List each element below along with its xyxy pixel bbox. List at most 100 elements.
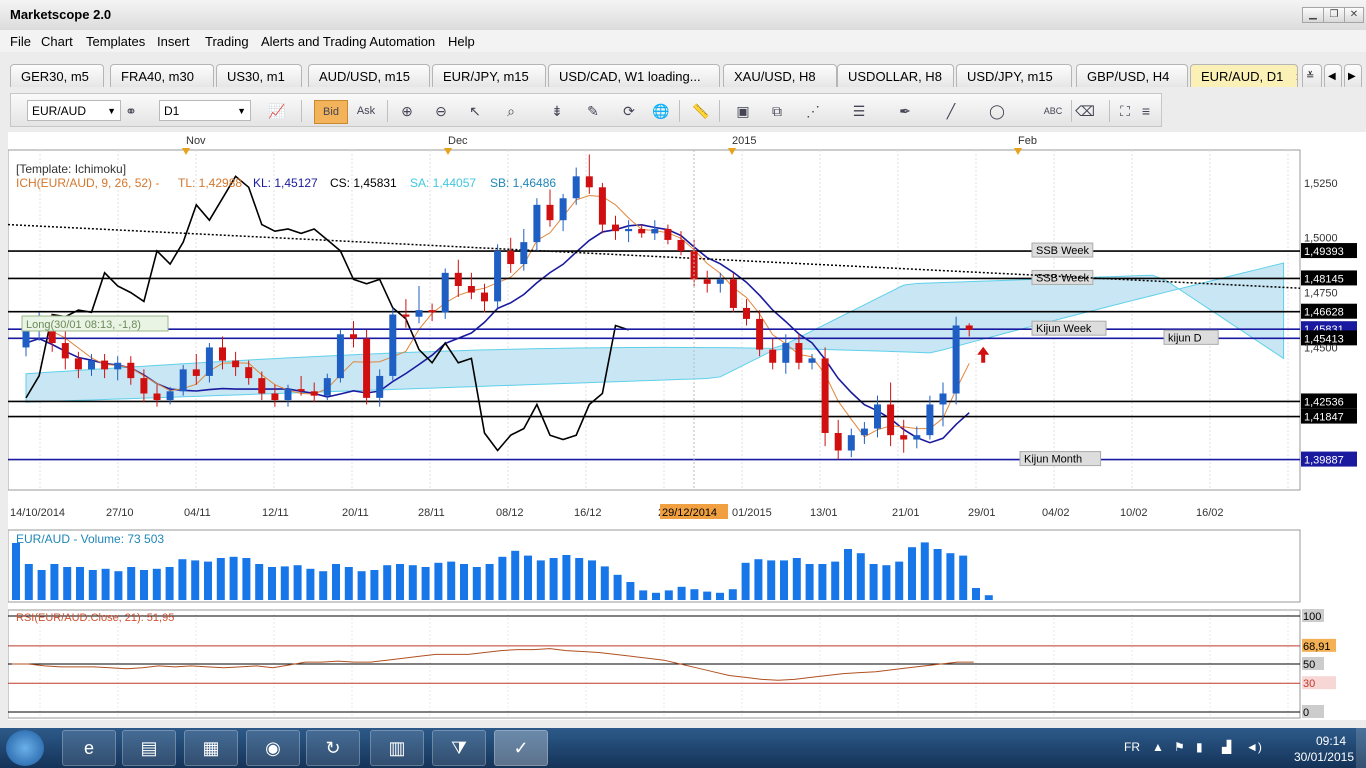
volume-bar: [882, 565, 891, 600]
timeframe-select[interactable]: D1 ▼: [159, 100, 251, 121]
marketscope-taskbar-icon[interactable]: ✓: [494, 730, 548, 766]
trendline-icon[interactable]: ╱: [939, 100, 963, 122]
menu-alerts[interactable]: Alerts and Trading Automation: [261, 34, 435, 49]
zoom-area-icon[interactable]: ⌕: [499, 100, 523, 122]
symbol-select[interactable]: EUR/AUD ▼: [27, 100, 121, 121]
candle-body: [336, 334, 344, 379]
tab-scroll-left-icon[interactable]: ◀: [1324, 64, 1342, 87]
device-icon[interactable]: ▮: [1196, 740, 1203, 754]
volume-bar: [677, 586, 686, 600]
tab-usdollar[interactable]: USDOLLAR, H8: [837, 64, 954, 87]
candle-body: [74, 358, 82, 370]
candle-body: [572, 176, 580, 199]
tab-usdjpy[interactable]: USD/JPY, m15: [956, 64, 1072, 87]
indicator-icon[interactable]: ⇟: [545, 100, 569, 122]
close-button[interactable]: ✕: [1344, 7, 1364, 23]
flag-icon[interactable]: ⚑: [1174, 740, 1185, 754]
calendar-app-icon[interactable]: ▥: [370, 730, 424, 766]
menu-templates[interactable]: Templates: [86, 34, 145, 49]
volume-bar: [869, 564, 878, 600]
pdf-reader-icon[interactable]: ⧩: [432, 730, 486, 766]
ellipse-icon[interactable]: ◯: [985, 100, 1009, 122]
close-tab-icon[interactable]: ✕: [1295, 72, 1297, 84]
start-button[interactable]: [6, 730, 44, 766]
date-tick-label: 16/12: [574, 507, 602, 519]
link-icon[interactable]: ⚭: [119, 100, 143, 122]
tab-overflow-icon[interactable]: ≚: [1302, 64, 1322, 87]
candle-body: [245, 367, 253, 379]
refresh-icon[interactable]: ⟳: [617, 100, 641, 122]
language-indicator[interactable]: FR: [1124, 740, 1140, 754]
zoom-out-icon[interactable]: ⊖: [429, 100, 453, 122]
volume-bar: [626, 582, 635, 600]
chart-area[interactable]: 1,49393 SSB Week 1,48145 SSB Week 1,46628 1,4…: [8, 132, 1366, 720]
volume-bar: [24, 564, 33, 600]
chrome-icon[interactable]: ◉: [246, 730, 300, 766]
volume-bar: [383, 565, 392, 600]
date-tick-label: 16/02: [1196, 507, 1224, 519]
calculator-icon[interactable]: ▦: [184, 730, 238, 766]
candle-body: [808, 358, 816, 363]
menu-help[interactable]: Help: [448, 34, 475, 49]
price-level-value: 1,41847: [1304, 412, 1344, 424]
hierarchy-icon[interactable]: ⛶: [1113, 100, 1137, 122]
draw-lines-icon[interactable]: ⋰: [801, 100, 825, 122]
candle-body: [481, 292, 488, 302]
bid-button[interactable]: Bid: [314, 100, 348, 124]
candle-body: [454, 272, 462, 286]
clock-time[interactable]: 09:14: [1316, 734, 1346, 748]
tab-audusd[interactable]: AUD/USD, m15: [308, 64, 430, 87]
symbol-value: EUR/AUD: [32, 104, 87, 118]
tab-scroll-right-icon[interactable]: ▶: [1344, 64, 1362, 87]
menu-file[interactable]: File: [10, 34, 31, 49]
tab-fra40[interactable]: FRA40, m30: [110, 64, 214, 87]
menu-insert[interactable]: Insert: [157, 34, 190, 49]
ruler-icon[interactable]: 📏: [689, 100, 713, 122]
cursor-icon[interactable]: ↖: [463, 100, 487, 122]
menu-chart[interactable]: Chart: [41, 34, 73, 49]
pen-icon[interactable]: ✒: [893, 100, 917, 122]
rsi-tick-label: 100: [1303, 611, 1321, 623]
tab-euraud[interactable]: EUR/AUD, D1 ✕: [1190, 64, 1298, 87]
volume-bar: [652, 592, 660, 600]
globe-icon[interactable]: 🌐: [649, 100, 673, 122]
candle-body: [651, 228, 659, 234]
candle-body: [284, 389, 292, 401]
window-icon[interactable]: ⧉: [765, 100, 789, 122]
volume-bar: [844, 549, 852, 600]
eraser-icon[interactable]: ⌫: [1073, 100, 1097, 122]
ask-button[interactable]: Ask: [353, 100, 379, 122]
tab-eurjpy[interactable]: EUR/JPY, m15: [432, 64, 546, 87]
volume-bar: [88, 570, 97, 600]
candle-body: [913, 435, 921, 440]
fibonacci-icon[interactable]: ☰: [847, 100, 871, 122]
show-desktop-button[interactable]: [1356, 728, 1366, 768]
internet-explorer-icon[interactable]: e: [62, 730, 116, 766]
tray-expand-icon[interactable]: ▲: [1152, 740, 1164, 754]
tab-gbpusd[interactable]: GBP/USD, H4: [1076, 64, 1188, 87]
sync-app-icon[interactable]: ↻: [306, 730, 360, 766]
candle-body: [258, 378, 266, 394]
price-chart[interactable]: 1,49393 SSB Week 1,48145 SSB Week 1,46628 1,4…: [8, 132, 1366, 720]
volume-bar: [50, 564, 59, 600]
file-explorer-icon[interactable]: ▤: [122, 730, 176, 766]
volume-bar: [511, 550, 520, 600]
network-icon[interactable]: ▟: [1222, 740, 1231, 754]
chart-type-icon[interactable]: 📈: [265, 100, 289, 122]
text-tool-icon[interactable]: ABC: [1041, 100, 1065, 122]
volume-icon[interactable]: ◄): [1246, 740, 1262, 754]
minimize-button[interactable]: ▁: [1302, 7, 1324, 23]
clock-date[interactable]: 30/01/2015: [1294, 750, 1354, 764]
tab-us30[interactable]: US30, m1: [216, 64, 302, 87]
tab-ger30[interactable]: GER30, m5: [10, 64, 104, 87]
chart-toolbar: EUR/AUD ▼ ⚭ D1 ▼ 📈 Bid Ask ⊕ ⊖ ↖ ⌕ ⇟ ✎ ⟳…: [10, 93, 1162, 127]
tab-usdcad[interactable]: USD/CAD, W1 loading...: [548, 64, 720, 87]
menu-trading[interactable]: Trading: [205, 34, 249, 49]
toolbar-more-icon[interactable]: ≡: [1139, 100, 1153, 122]
zoom-in-icon[interactable]: ⊕: [395, 100, 419, 122]
maximize-button[interactable]: ❐: [1323, 7, 1345, 23]
tab-xauusd[interactable]: XAU/USD, H8: [723, 64, 837, 87]
image-icon[interactable]: ▣: [731, 100, 755, 122]
edit-icon[interactable]: ✎: [581, 100, 605, 122]
candle-body: [965, 325, 973, 330]
